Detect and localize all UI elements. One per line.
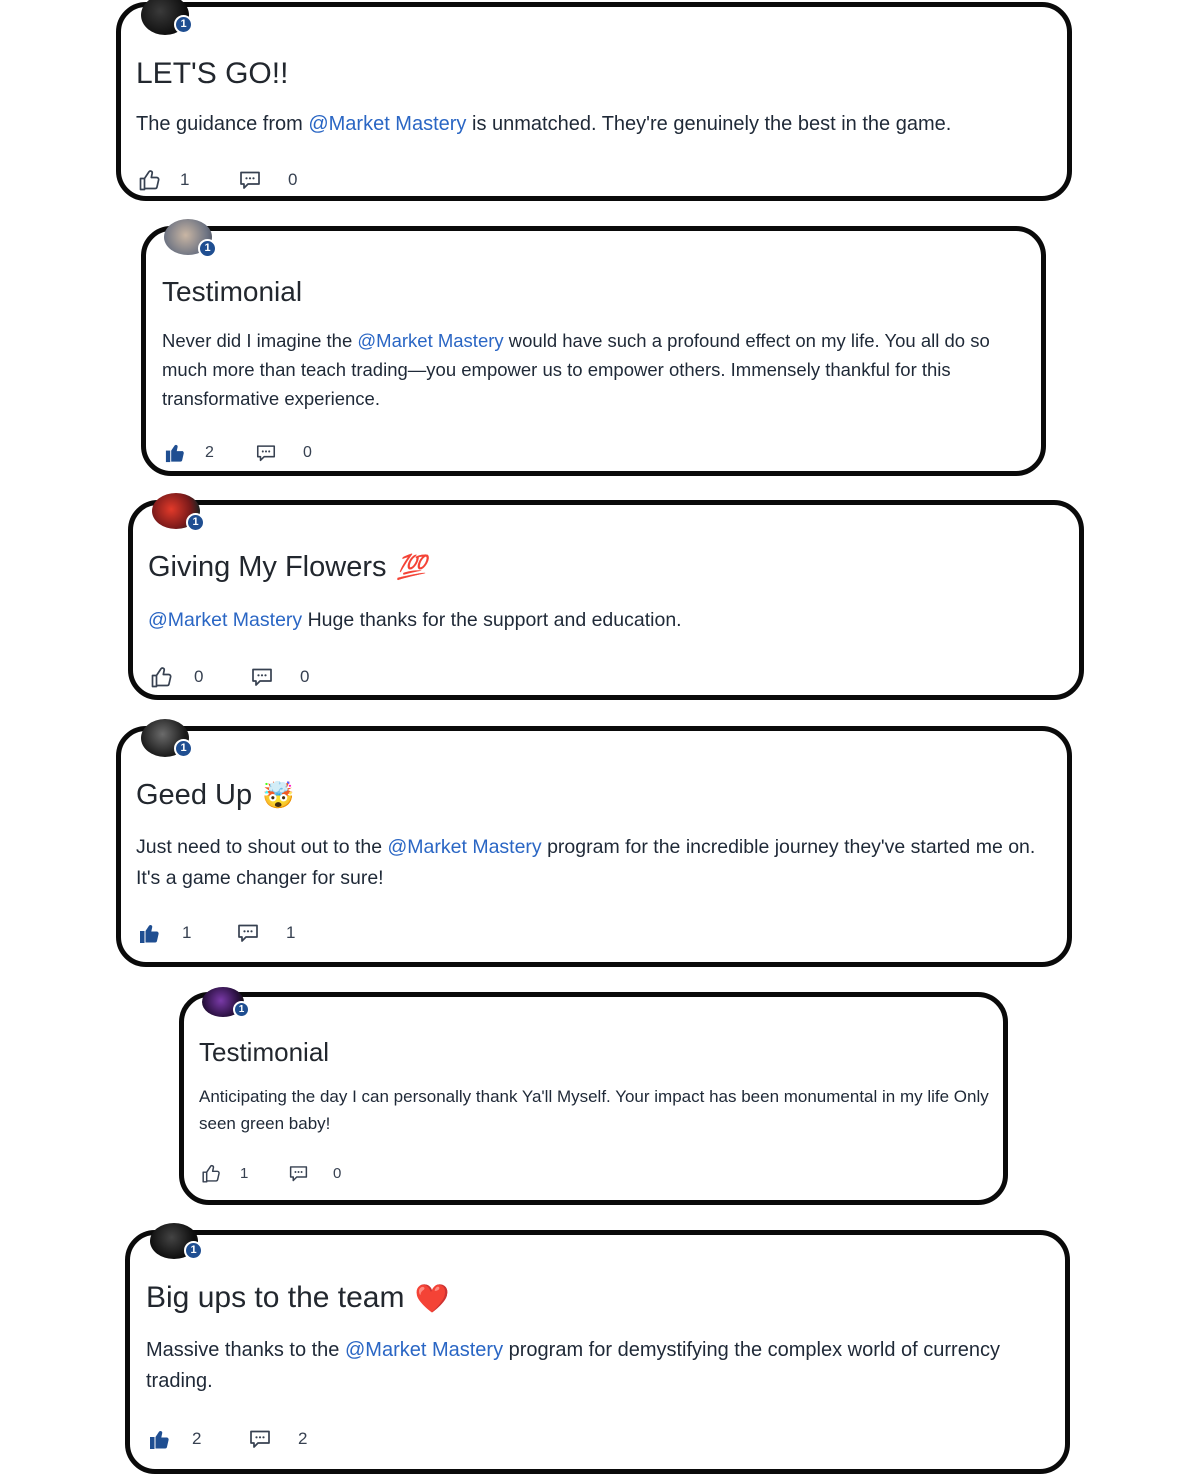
mention-link[interactable]: @Market Mastery bbox=[388, 836, 542, 858]
post-title-text: LET'S GO!! bbox=[136, 57, 289, 90]
level-badge: 1 bbox=[174, 15, 193, 34]
post-card[interactable]: 1 Testimonial Anticipating the day I can… bbox=[179, 987, 1008, 1205]
like-count: 1 bbox=[240, 1165, 249, 1182]
like-button[interactable] bbox=[138, 168, 162, 192]
comment-bubble-icon bbox=[289, 1166, 308, 1182]
post-title[interactable]: LET'S GO!! bbox=[136, 57, 288, 91]
post-card[interactable]: 1 Testimonial Never did I imagine the @M… bbox=[141, 219, 1046, 476]
post-actions: 2 0 bbox=[164, 441, 312, 464]
thumbs-up-icon bbox=[139, 170, 160, 191]
thumbs-up-icon bbox=[140, 925, 159, 943]
thumbs-up-icon bbox=[165, 444, 184, 463]
exploding-head-emoji: 🤯 bbox=[262, 780, 295, 810]
post-title[interactable]: Testimonial bbox=[162, 276, 302, 308]
like-button[interactable] bbox=[148, 1427, 172, 1451]
post-body: Just need to shout out to the @Market Ma… bbox=[136, 836, 1036, 889]
post-title-text: Testimonial bbox=[199, 1037, 330, 1067]
mention-link[interactable]: @Market Mastery bbox=[308, 113, 466, 135]
comment-count: 2 bbox=[298, 1429, 308, 1448]
comment-button[interactable] bbox=[255, 442, 277, 464]
comment-button[interactable] bbox=[250, 665, 274, 689]
like-count: 2 bbox=[205, 443, 214, 461]
like-button[interactable] bbox=[164, 441, 187, 464]
level-badge: 1 bbox=[186, 513, 205, 532]
post-actions: 2 2 bbox=[148, 1427, 307, 1451]
comment-bubble-icon bbox=[252, 668, 272, 686]
like-button[interactable] bbox=[150, 665, 174, 689]
mention-link[interactable]: @Market Mastery bbox=[357, 330, 503, 351]
comment-button[interactable] bbox=[248, 1427, 272, 1451]
comment-bubble-icon bbox=[250, 1430, 270, 1448]
like-count: 2 bbox=[192, 1429, 202, 1448]
post-actions: 1 0 bbox=[201, 1163, 341, 1184]
comment-bubble-icon bbox=[238, 924, 258, 942]
post-actions: 1 1 bbox=[138, 921, 295, 945]
comment-count: 1 bbox=[286, 923, 296, 942]
post-title[interactable]: Big ups to the team ❤️ bbox=[146, 1281, 449, 1315]
like-button[interactable] bbox=[138, 921, 162, 945]
post-card[interactable]: 1 LET'S GO!! The guidance from @Market M… bbox=[116, 0, 1072, 201]
thumbs-up-icon bbox=[150, 1431, 169, 1449]
comment-count: 0 bbox=[303, 443, 312, 461]
post-title-text: Big ups to the team bbox=[146, 1281, 405, 1314]
post-title-text: Giving My Flowers bbox=[148, 551, 387, 583]
level-badge: 1 bbox=[233, 1001, 250, 1018]
post-title[interactable]: Giving My Flowers 💯 bbox=[148, 551, 426, 584]
post-body: @Market Mastery Huge thanks for the supp… bbox=[148, 609, 682, 631]
post-body: Massive thanks to the @Market Mastery pr… bbox=[146, 1339, 1000, 1392]
mention-link[interactable]: @Market Mastery bbox=[148, 609, 302, 631]
like-count: 1 bbox=[182, 923, 192, 942]
post-card[interactable]: 1 Giving My Flowers 💯 @Market Mastery Hu… bbox=[128, 493, 1084, 700]
post-body: Anticipating the day I can personally th… bbox=[199, 1087, 989, 1133]
red-heart-emoji: ❤️ bbox=[414, 1282, 450, 1314]
comment-bubble-icon bbox=[256, 444, 276, 461]
thumbs-up-icon bbox=[202, 1164, 220, 1183]
comment-button[interactable] bbox=[288, 1163, 309, 1184]
post-card[interactable]: 1 Big ups to the team ❤️ Massive thanks … bbox=[125, 1223, 1070, 1474]
post-body: The guidance from @Market Mastery is unm… bbox=[136, 113, 952, 135]
like-count: 1 bbox=[180, 170, 190, 189]
post-card[interactable]: 1 Geed Up 🤯 Just need to shout out to th… bbox=[116, 719, 1072, 967]
comment-bubble-icon bbox=[240, 171, 260, 189]
post-title-text: Geed Up bbox=[136, 779, 253, 811]
comment-button[interactable] bbox=[236, 921, 260, 945]
post-actions: 0 0 bbox=[150, 665, 309, 689]
like-count: 0 bbox=[194, 667, 204, 686]
mention-link[interactable]: @Market Mastery bbox=[345, 1339, 503, 1361]
level-badge: 1 bbox=[174, 739, 193, 758]
level-badge: 1 bbox=[184, 1241, 203, 1260]
post-title-text: Testimonial bbox=[162, 276, 303, 307]
post-title[interactable]: Testimonial bbox=[199, 1037, 329, 1068]
comment-count: 0 bbox=[333, 1165, 342, 1182]
comment-count: 0 bbox=[300, 667, 310, 686]
post-actions: 1 0 bbox=[138, 168, 297, 192]
like-button[interactable] bbox=[201, 1163, 222, 1184]
post-title[interactable]: Geed Up 🤯 bbox=[136, 779, 294, 812]
hundred-points-emoji: 💯 bbox=[396, 554, 427, 581]
thumbs-up-icon bbox=[151, 667, 172, 688]
post-body: Never did I imagine the @Market Mastery … bbox=[162, 330, 990, 409]
comment-button[interactable] bbox=[238, 168, 262, 192]
comment-count: 0 bbox=[288, 170, 298, 189]
level-badge: 1 bbox=[198, 239, 217, 258]
